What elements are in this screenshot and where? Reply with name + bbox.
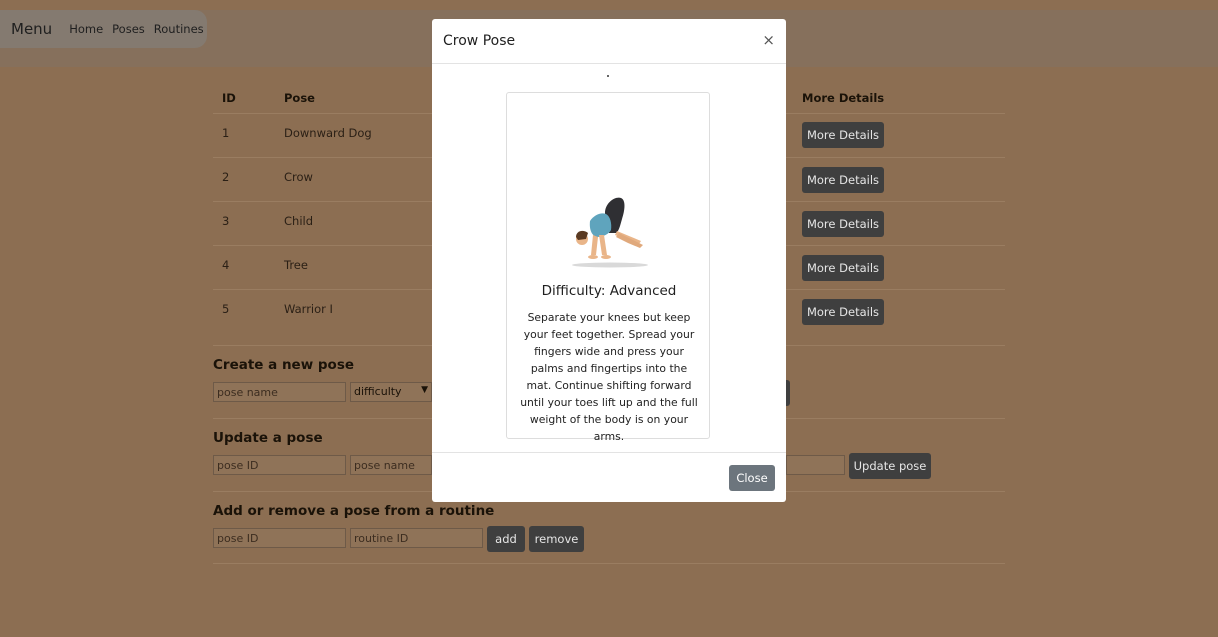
- routine-pose-id-input[interactable]: [213, 528, 346, 548]
- row-pose-name: Tree: [284, 258, 308, 272]
- routine-id-input[interactable]: [350, 528, 483, 548]
- dropdown-arrow-icon: ▼: [421, 385, 428, 395]
- close-icon[interactable]: ×: [762, 31, 775, 49]
- update-pose-extra-input[interactable]: [786, 455, 845, 475]
- column-header-more-details: More Details: [802, 91, 885, 105]
- nav-link-poses[interactable]: Poses: [112, 22, 145, 36]
- image-placeholder-mark: [607, 75, 609, 77]
- update-pose-title: Update a pose: [213, 430, 323, 446]
- more-details-button[interactable]: More Details: [802, 122, 884, 148]
- create-pose-name-input[interactable]: [213, 382, 346, 402]
- create-pose-button[interactable]: [786, 380, 790, 406]
- row-id: 4: [222, 258, 230, 272]
- row-id: 2: [222, 170, 230, 184]
- pose-description: Separate your knees but keep your feet t…: [520, 311, 698, 443]
- update-pose-id-input[interactable]: [213, 455, 346, 475]
- modal-footer: [432, 452, 786, 453]
- crow-pose-illustration-icon: [572, 197, 648, 268]
- update-pose-button[interactable]: Update pose: [849, 453, 931, 479]
- menu-panel: Menu Home Poses Routines: [0, 10, 207, 48]
- more-details-button[interactable]: More Details: [802, 167, 884, 193]
- row-pose-name: Child: [284, 214, 314, 228]
- add-to-routine-button[interactable]: add: [487, 526, 525, 552]
- row-pose-name: Downward Dog: [284, 126, 372, 140]
- menu-title: Menu: [11, 20, 53, 38]
- row-id: 3: [222, 214, 230, 228]
- row-id: 1: [222, 126, 230, 140]
- row-pose-name: Warrior I: [284, 302, 333, 316]
- pose-card: Difficulty: Advanced Separate your knees…: [506, 92, 710, 443]
- update-pose-name-input[interactable]: [350, 455, 432, 475]
- more-details-button[interactable]: More Details: [802, 211, 884, 237]
- difficulty-label: Difficulty: Advanced: [541, 283, 677, 299]
- column-header-id: ID: [222, 91, 236, 105]
- pose-modal: Crow Pose × Difficulty: Advanced Separat…: [432, 19, 786, 502]
- row-id: 5: [222, 302, 230, 316]
- more-details-button[interactable]: More Details: [802, 299, 884, 325]
- modal-header: Crow Pose ×: [432, 19, 786, 64]
- modal-title: Crow Pose: [443, 33, 516, 49]
- remove-from-routine-button[interactable]: remove: [529, 526, 584, 552]
- row-pose-name: Crow: [284, 170, 313, 184]
- routine-section-title: Add or remove a pose from a routine: [213, 503, 495, 519]
- modal-close-button[interactable]: Close: [729, 465, 775, 491]
- difficulty-select[interactable]: difficulty ▼: [350, 382, 432, 402]
- nav-link-routines[interactable]: Routines: [154, 22, 204, 36]
- column-header-pose: Pose: [284, 91, 315, 105]
- divider: [213, 563, 1005, 564]
- nav-link-home[interactable]: Home: [69, 22, 103, 36]
- more-details-button[interactable]: More Details: [802, 255, 884, 281]
- create-pose-title: Create a new pose: [213, 357, 355, 373]
- difficulty-select-value: difficulty: [354, 385, 402, 398]
